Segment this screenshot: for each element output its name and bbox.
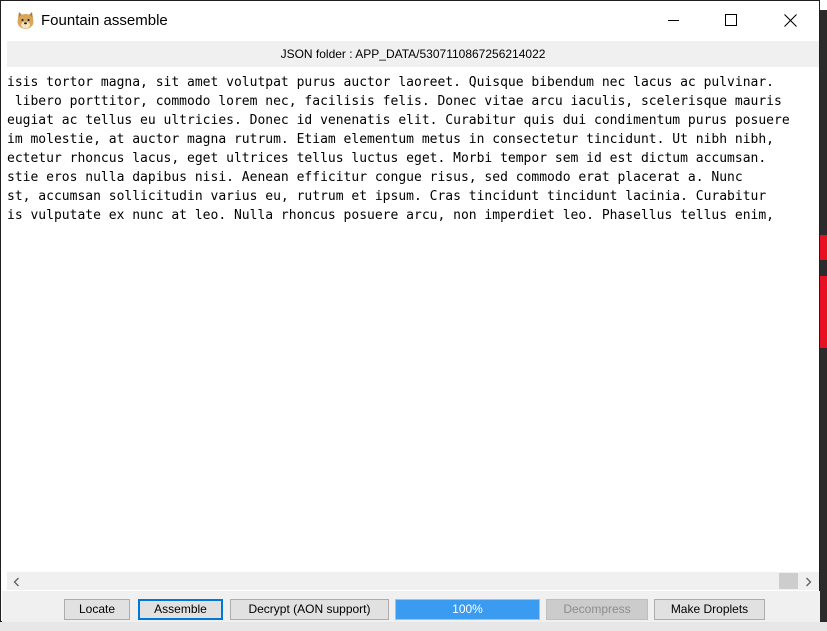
maximize-icon (725, 14, 737, 26)
horizontal-scrollbar[interactable] (7, 572, 819, 590)
text-line: is vulputate ex nunc at leo. Nulla rhonc… (7, 208, 775, 223)
progress-label: 100% (452, 602, 483, 616)
text-line: st, accumsan sollicitudin varius eu, rut… (7, 189, 767, 204)
text-content: isis tortor magna, sit amet volutpat pur… (7, 73, 790, 225)
background-red-accent (820, 235, 827, 260)
make-droplets-button[interactable]: Make Droplets (654, 599, 765, 620)
title-bar[interactable]: Fountain assemble (1, 1, 819, 39)
scrollbar-thumb[interactable] (779, 573, 798, 589)
decompress-button[interactable]: Decompress (546, 599, 648, 620)
button-bar: Locate Assemble Decrypt (AON support) 10… (2, 591, 820, 622)
app-window: Fountain assemble JSON folder : APP_DATA… (0, 0, 820, 622)
window-title: Fountain assemble (41, 12, 168, 29)
close-icon (783, 13, 797, 27)
progress-bar: 100% (395, 599, 540, 620)
text-display[interactable]: isis tortor magna, sit amet volutpat pur… (7, 67, 819, 572)
text-line: libero porttitor, commodo lorem nec, fac… (7, 94, 782, 109)
minimize-button[interactable] (651, 1, 697, 39)
scroll-left-arrow-icon[interactable] (11, 575, 23, 587)
text-line: stie eros nulla dapibus nisi. Aenean eff… (7, 170, 743, 185)
close-button[interactable] (767, 1, 813, 39)
doge-app-icon (16, 11, 35, 30)
json-folder-label: JSON folder : APP_DATA/53071108672562140… (7, 41, 819, 67)
background-taskbar-strip (0, 622, 827, 631)
assemble-button[interactable]: Assemble (138, 599, 223, 620)
text-line: ectetur rhoncus lacus, eget ultrices tel… (7, 151, 767, 166)
background-red-accent (820, 276, 827, 348)
scroll-right-arrow-icon[interactable] (802, 575, 814, 587)
maximize-button[interactable] (708, 1, 754, 39)
text-line: eugiat ac tellus eu ultricies. Donec id … (7, 113, 790, 128)
locate-button[interactable]: Locate (64, 599, 130, 620)
minimize-icon (668, 20, 679, 21)
text-line: isis tortor magna, sit amet volutpat pur… (7, 75, 775, 90)
decrypt-button[interactable]: Decrypt (AON support) (230, 599, 389, 620)
text-line: im molestie, at auctor magna rutrum. Eti… (7, 132, 775, 147)
